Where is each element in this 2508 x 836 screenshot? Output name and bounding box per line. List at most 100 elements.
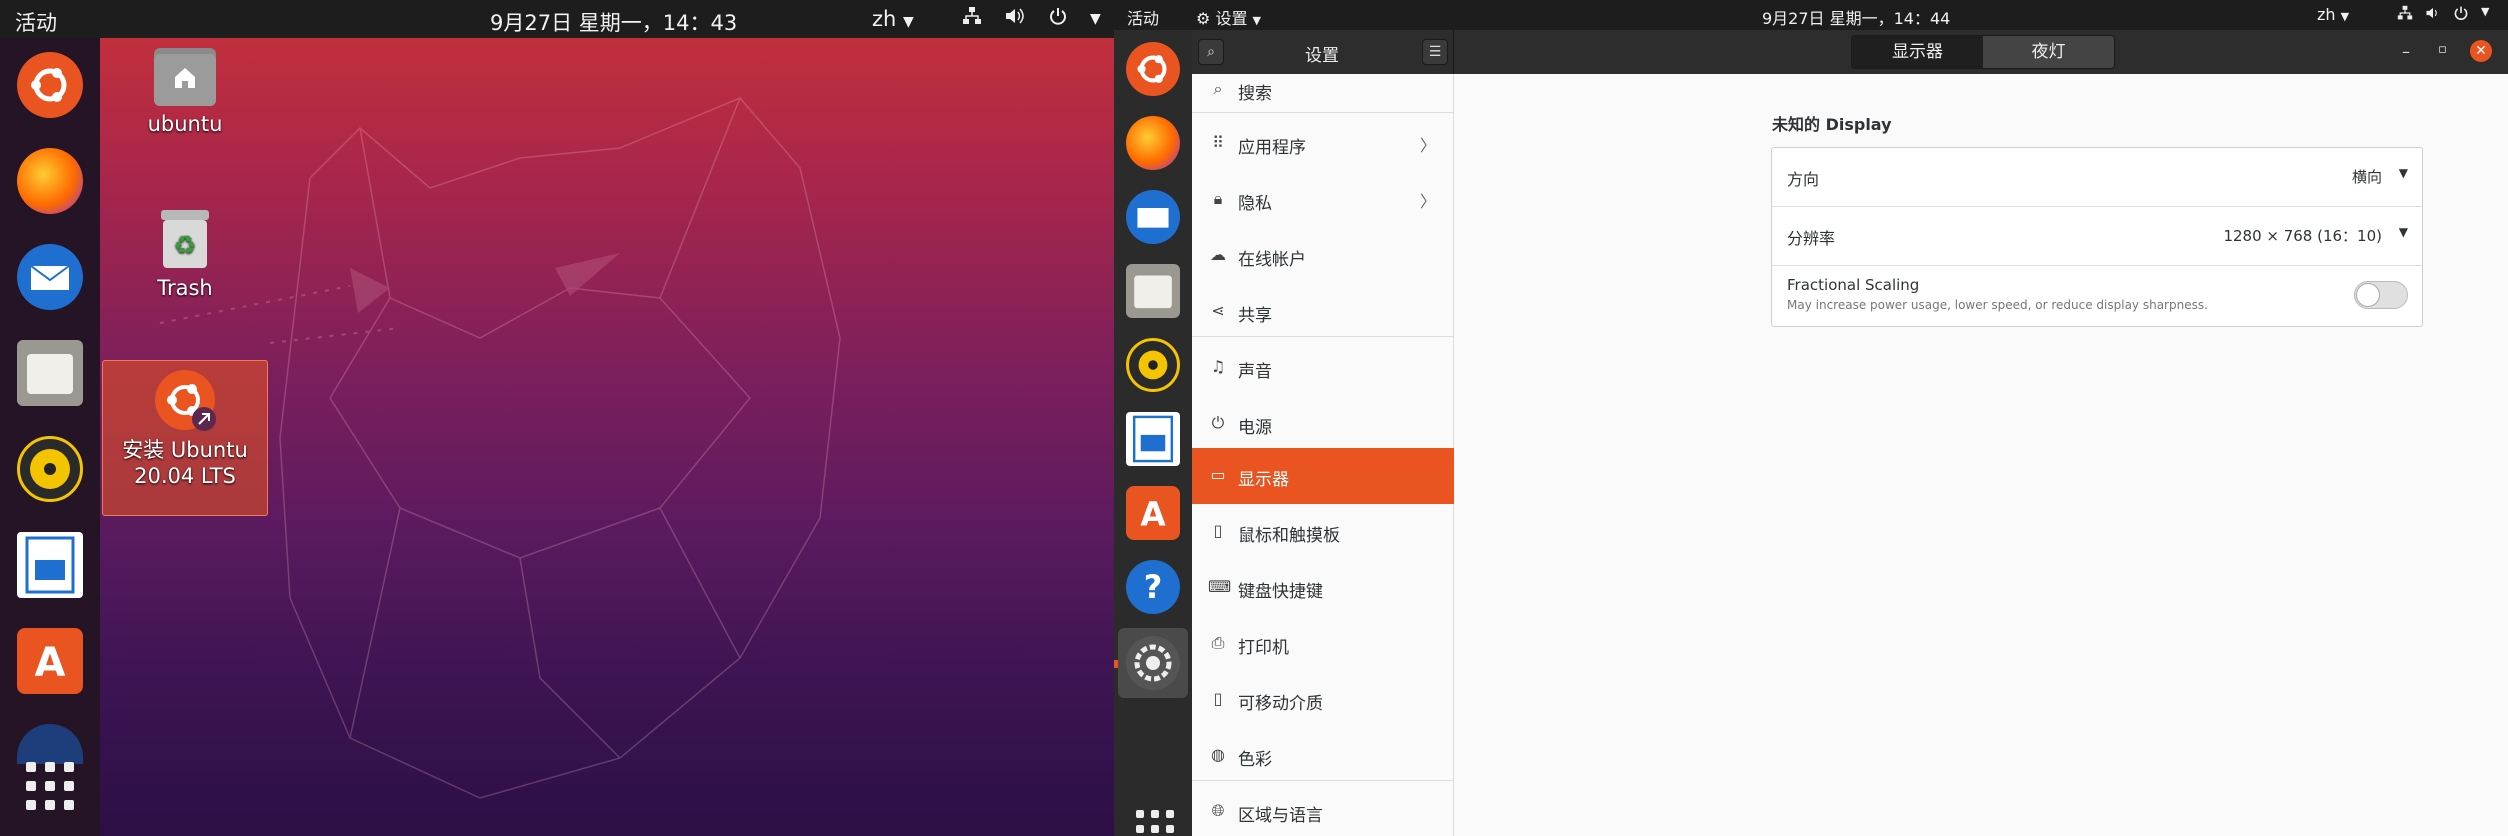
sidebar-separator xyxy=(1192,780,1454,781)
home-folder-label: ubuntu xyxy=(147,112,223,136)
orientation-row[interactable]: 方向 横向 ▼ xyxy=(1772,148,2422,207)
thunderbird-icon[interactable] xyxy=(1126,190,1180,244)
sidebar-item-color[interactable]: ◍ 色彩 xyxy=(1192,728,1454,784)
input-method-indicator[interactable]: zh ▼ xyxy=(2317,5,2349,24)
ubuntu-installer-icon xyxy=(152,367,218,433)
printer-icon: ⎙ xyxy=(1211,633,1225,652)
trash-desktop-icon[interactable]: ♻ Trash xyxy=(130,208,240,300)
tab-displays[interactable]: 显示器 xyxy=(1852,36,1983,68)
switch-knob xyxy=(2356,283,2380,307)
sidebar-item-region-language[interactable]: 🌐︎ 区域与语言 xyxy=(1192,784,1454,836)
volume-icon xyxy=(2425,5,2441,25)
fractional-scaling-description: May increase power usage, lower speed, o… xyxy=(1787,298,2208,312)
fractional-scaling-switch[interactable] xyxy=(2354,281,2408,309)
network-icon xyxy=(2397,5,2413,25)
running-indicator xyxy=(1114,660,1118,668)
thunderbird-icon[interactable] xyxy=(17,244,83,310)
files-icon[interactable] xyxy=(17,340,83,406)
software-icon[interactable]: A xyxy=(17,628,83,694)
power-icon xyxy=(1048,6,1068,31)
music-icon: ♫ xyxy=(1210,357,1226,376)
resolution-value[interactable]: 1280 × 768 (16：10) xyxy=(2223,225,2382,246)
sidebar-item-sharing[interactable]: ⋖ 共享 xyxy=(1192,284,1454,340)
sidebar-item-label: 区域与语言 xyxy=(1238,806,1323,826)
ubuntu-installer-icon[interactable] xyxy=(1126,42,1180,96)
ubuntu-installer-icon[interactable] xyxy=(17,52,83,118)
activities-button[interactable]: 活动 xyxy=(15,7,57,37)
rhythmbox-icon[interactable] xyxy=(17,436,83,502)
install-ubuntu-desktop-icon[interactable]: 安装 Ubuntu 20.04 LTS xyxy=(102,360,268,516)
clock[interactable]: 9月27日 星期一，14：43 xyxy=(490,7,737,37)
volume-icon xyxy=(1004,6,1026,31)
rhythmbox-icon[interactable] xyxy=(1126,338,1180,392)
display-options-panel: 方向 横向 ▼ 分辨率 1280 × 768 (16：10) ▼ Fractio… xyxy=(1771,147,2423,327)
sidebar-item-privacy[interactable]: 🔒︎ 隐私 〉 xyxy=(1192,172,1454,228)
dock: A xyxy=(0,38,100,836)
show-applications-button[interactable] xyxy=(1136,810,1174,836)
sidebar-item-label: 声音 xyxy=(1238,362,1272,382)
keyboard-icon: ⌨ xyxy=(1208,577,1232,596)
sidebar-item-sound[interactable]: ♫ 声音 xyxy=(1192,340,1454,396)
help-icon[interactable]: ? xyxy=(1126,560,1180,614)
software-icon[interactable]: A xyxy=(1126,486,1180,540)
writer-icon[interactable] xyxy=(17,532,83,598)
firefox-icon[interactable] xyxy=(17,148,83,214)
chevron-down-icon: ▼ xyxy=(1090,10,1101,27)
left-screen: 活动 9月27日 星期一，14：43 zh ▼ ▼ A ubuntu ♻ Tra… xyxy=(0,0,1114,836)
top-bar: 活动 9月27日 星期一，14：43 zh ▼ ▼ xyxy=(0,0,1114,38)
close-button[interactable]: ✕ xyxy=(2470,40,2492,62)
sidebar-item-power[interactable]: ⏻ 电源 xyxy=(1192,396,1454,452)
chevron-down-icon: ▼ xyxy=(903,14,914,30)
help-icon[interactable] xyxy=(17,724,83,764)
usb-icon: ▯ xyxy=(1213,689,1223,708)
lock-icon: 🔒︎ xyxy=(1213,189,1223,208)
svg-text:A: A xyxy=(1140,495,1166,533)
chevron-right-icon: 〉 xyxy=(1419,192,1436,211)
fractional-scaling-row: Fractional Scaling May increase power us… xyxy=(1772,266,2422,326)
apps-icon: ⠿ xyxy=(1212,133,1224,152)
settings-app-icon[interactable] xyxy=(1126,636,1180,690)
mouse-icon: ▯ xyxy=(1213,521,1223,540)
sidebar-item-keyboard-shortcuts[interactable]: ⌨ 键盘快捷键 xyxy=(1192,560,1454,616)
sidebar-item-label: 可移动介质 xyxy=(1238,694,1323,714)
orientation-value[interactable]: 横向 xyxy=(2352,166,2382,187)
display-name-heading: 未知的 Display xyxy=(1772,115,1892,134)
sidebar-item-mouse-touchpad[interactable]: ▯ 鼠标和触摸板 xyxy=(1192,504,1454,560)
display-stack-switcher: 显示器 夜灯 xyxy=(1851,35,2115,69)
maximize-button[interactable]: ▫ xyxy=(2438,42,2447,57)
tab-night-light[interactable]: 夜灯 xyxy=(1983,36,2114,68)
install-ubuntu-label: 安装 Ubuntu 20.04 LTS xyxy=(122,438,248,488)
sidebar-item-label: 打印机 xyxy=(1238,638,1289,658)
share-icon: ⋖ xyxy=(1211,301,1225,320)
power-icon xyxy=(2453,5,2469,25)
dropdown-arrow-icon: ▼ xyxy=(2398,166,2408,180)
sidebar-item-printers[interactable]: ⎙ 打印机 xyxy=(1192,616,1454,672)
right-screen: 活动 ⚙ 设置 ▼ 9月27日 星期一，14：44 zh ▼ ▼ A ? ⌕ 设… xyxy=(1114,0,2508,836)
show-applications-button[interactable] xyxy=(26,762,74,810)
system-tray[interactable]: ▼ xyxy=(2397,5,2489,25)
orientation-label: 方向 xyxy=(1787,170,1820,189)
svg-text:?: ? xyxy=(1144,568,1163,606)
resolution-row[interactable]: 分辨率 1280 × 768 (16：10) ▼ xyxy=(1772,207,2422,266)
writer-icon[interactable] xyxy=(1126,412,1180,466)
sidebar-item-label: 色彩 xyxy=(1238,750,1272,770)
sidebar-item-displays[interactable]: ▭ 显示器 xyxy=(1192,448,1454,504)
globe-icon: 🌐︎ xyxy=(1211,801,1225,820)
files-icon[interactable] xyxy=(1126,264,1180,318)
clock[interactable]: 9月27日 星期一，14：44 xyxy=(1762,5,1950,29)
sidebar-item-applications[interactable]: ⠿ 应用程序 〉 xyxy=(1192,116,1454,172)
settings-sidebar: ⌕ 搜索 ⠿ 应用程序 〉 🔒︎ 隐私 〉 ☁ 在线帐户 ⋖ 共享 ♫ 声音 ⏻ xyxy=(1192,74,1454,836)
home-folder-desktop-icon[interactable]: ubuntu xyxy=(130,48,240,136)
minimize-button[interactable]: – xyxy=(2402,42,2410,61)
sidebar-item-search[interactable]: ⌕ 搜索 xyxy=(1192,62,1454,118)
power-icon: ⏻ xyxy=(1211,413,1225,432)
app-menu[interactable]: ⚙ 设置 ▼ xyxy=(1196,5,1261,29)
sidebar-item-online-accounts[interactable]: ☁ 在线帐户 xyxy=(1192,228,1454,284)
input-method-indicator[interactable]: zh ▼ xyxy=(872,7,914,31)
sidebar-item-label: 共享 xyxy=(1238,306,1272,326)
activities-button[interactable]: 活动 xyxy=(1127,5,1159,29)
system-tray[interactable]: ▼ xyxy=(962,6,1101,31)
firefox-icon[interactable] xyxy=(1126,116,1180,170)
sidebar-item-removable-media[interactable]: ▯ 可移动介质 xyxy=(1192,672,1454,728)
sidebar-item-label: 搜索 xyxy=(1238,84,1272,104)
